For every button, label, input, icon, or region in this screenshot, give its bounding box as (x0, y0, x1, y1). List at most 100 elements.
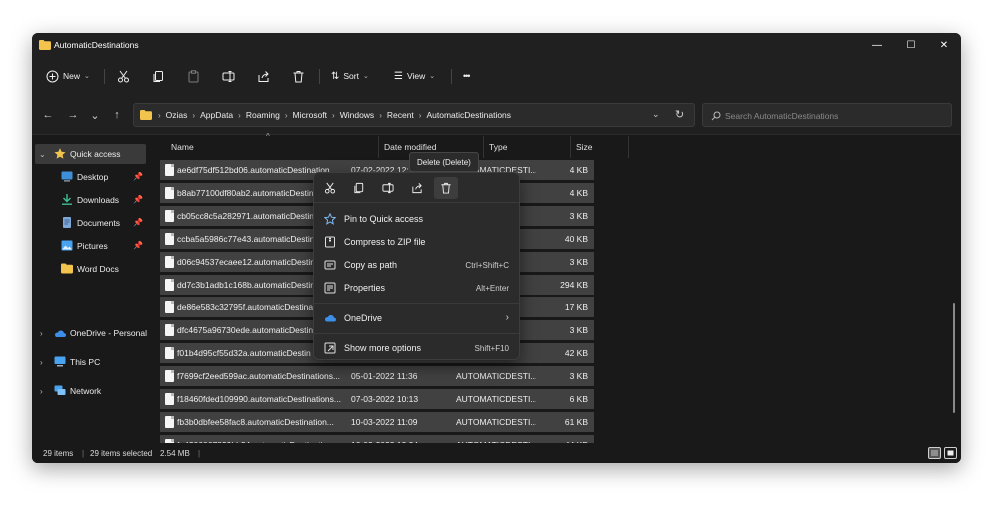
context-rename-button[interactable] (376, 177, 400, 199)
sidebar-item-label: Pictures (77, 241, 108, 251)
minimize-button[interactable]: — (860, 33, 894, 57)
context-menu-quick-actions (314, 173, 519, 203)
menu-divider (314, 303, 519, 304)
breadcrumb-item[interactable]: Ozias (166, 110, 188, 120)
sidebar-item-pictures[interactable]: Pictures 📌 (35, 236, 146, 256)
sort-ascending-icon: ^ (266, 132, 270, 141)
status-divider: | (82, 449, 85, 458)
breadcrumb-item[interactable]: Microsoft (293, 110, 327, 120)
sidebar-item-label: Quick access (70, 149, 121, 159)
address-dropdown-icon[interactable]: ⌄ (652, 109, 660, 120)
menu-item-show-more-options[interactable]: Show more options Shift+F10 (318, 337, 517, 359)
context-menu: Pin to Quick access Compress to ZIP file… (313, 172, 520, 360)
file-icon (165, 255, 174, 268)
menu-item-shortcut: Alt+Enter (475, 284, 509, 293)
toolbar-divider (319, 69, 320, 84)
new-button[interactable]: New ⌄ (46, 65, 90, 87)
column-header-type[interactable]: Type (484, 136, 571, 158)
pin-icon: 📌 (133, 195, 143, 204)
cut-icon (324, 182, 336, 194)
network-icon (54, 385, 66, 395)
sidebar-item-desktop[interactable]: Desktop 📌 (35, 167, 146, 187)
context-share-button[interactable] (405, 177, 429, 199)
menu-item-properties[interactable]: Properties Alt+Enter (318, 277, 517, 299)
sidebar-item-network[interactable]: › Network (35, 381, 146, 401)
context-copy-button[interactable] (347, 177, 371, 199)
breadcrumb-item[interactable]: Roaming (246, 110, 280, 120)
column-header-size[interactable]: Size (571, 136, 629, 158)
column-header-label: Size (576, 142, 593, 152)
share-button[interactable] (257, 65, 270, 87)
tiles-view-button[interactable] (944, 447, 957, 459)
up-button[interactable]: ↑ (109, 107, 125, 123)
menu-item-label: Show more options (344, 343, 422, 353)
file-type: AUTOMATICDESTI... (456, 394, 536, 404)
details-view-button[interactable] (928, 447, 941, 459)
menu-item-compress-zip[interactable]: Compress to ZIP file (318, 231, 517, 253)
sort-button[interactable]: ⇅ Sort ⌄ (331, 65, 369, 87)
forward-button[interactable]: → (65, 107, 81, 123)
context-cut-button[interactable] (318, 177, 342, 199)
sidebar-item-documents[interactable]: Documents 📌 (35, 213, 146, 233)
maximize-button[interactable]: ☐ (894, 33, 928, 57)
navigation-pane: ⌄ Quick access Desktop 📌 Downloads 📌 Doc… (32, 136, 149, 443)
desktop-icon (61, 171, 73, 182)
breadcrumb: › Ozias › AppData › Roaming › Microsoft … (158, 110, 511, 120)
cut-button[interactable] (117, 65, 130, 87)
menu-item-label: Pin to Quick access (344, 214, 424, 224)
sidebar-item-quick-access[interactable]: ⌄ Quick access (35, 144, 146, 164)
back-button[interactable]: ← (40, 107, 56, 123)
chevron-right-icon: › (40, 328, 43, 338)
close-button[interactable]: ✕ (927, 33, 961, 57)
file-size: 61 KB (564, 416, 588, 427)
copy-icon (153, 70, 163, 82)
refresh-icon[interactable]: ↻ (675, 108, 684, 121)
recent-locations-button[interactable]: ⌄ (87, 107, 103, 123)
submenu-arrow-icon: › (505, 312, 509, 323)
copy-button[interactable] (152, 65, 165, 87)
file-icon (165, 164, 174, 176)
breadcrumb-item[interactable]: AutomaticDestinations (426, 110, 511, 120)
file-icon (165, 370, 174, 383)
search-icon (711, 111, 721, 121)
sidebar-item-word-docs[interactable]: Word Docs (35, 259, 146, 279)
column-header-name[interactable]: ^ Name (166, 132, 379, 158)
star-outline-icon (324, 213, 336, 225)
breadcrumb-item[interactable]: Windows (340, 110, 374, 120)
paste-button[interactable] (187, 65, 200, 87)
sidebar-item-label: Downloads (77, 195, 120, 205)
sidebar-item-this-pc[interactable]: › This PC (35, 352, 146, 372)
file-size: 3 KB (569, 371, 588, 382)
window-title: AutomaticDestinations (54, 40, 139, 50)
rename-button[interactable] (222, 65, 235, 87)
table-row[interactable]: fb3b0dbfee58fac8.automaticDestination...… (160, 411, 594, 432)
table-row[interactable]: f7699cf2eed599ac.automaticDestinations..… (160, 366, 594, 387)
sidebar-item-onedrive[interactable]: › OneDrive - Personal (35, 323, 147, 343)
menu-item-pin-quick-access[interactable]: Pin to Quick access (318, 208, 517, 230)
vertical-scrollbar[interactable] (953, 303, 955, 413)
context-delete-button[interactable] (434, 177, 458, 199)
address-bar[interactable]: › Ozias › AppData › Roaming › Microsoft … (133, 103, 695, 127)
rename-icon (222, 70, 235, 82)
share-icon (412, 183, 422, 194)
search-input[interactable] (725, 108, 945, 123)
breadcrumb-separator: › (379, 110, 382, 120)
selected-count: 29 items selected (90, 449, 153, 458)
view-icon: ☰ (394, 70, 403, 82)
menu-item-onedrive[interactable]: OneDrive › (318, 307, 517, 329)
menu-item-copy-as-path[interactable]: Copy as path Ctrl+Shift+C (318, 254, 517, 276)
file-icon (165, 232, 174, 245)
properties-icon (324, 282, 336, 294)
breadcrumb-item[interactable]: Recent (387, 110, 414, 120)
more-options-button[interactable]: ••• (463, 65, 471, 87)
menu-item-shortcut: Ctrl+Shift+C (465, 261, 509, 270)
table-row[interactable]: f18460fded109990.automaticDestinations..… (160, 389, 594, 409)
download-icon (62, 194, 72, 205)
delete-button[interactable] (292, 65, 305, 87)
view-button[interactable]: ☰ View ⌄ (394, 65, 435, 87)
view-label: View (406, 71, 426, 81)
search-box[interactable] (702, 103, 952, 127)
sidebar-item-downloads[interactable]: Downloads 📌 (35, 190, 146, 210)
breadcrumb-item[interactable]: AppData (200, 110, 233, 120)
file-date: 05-01-2022 11:36 (351, 371, 418, 382)
